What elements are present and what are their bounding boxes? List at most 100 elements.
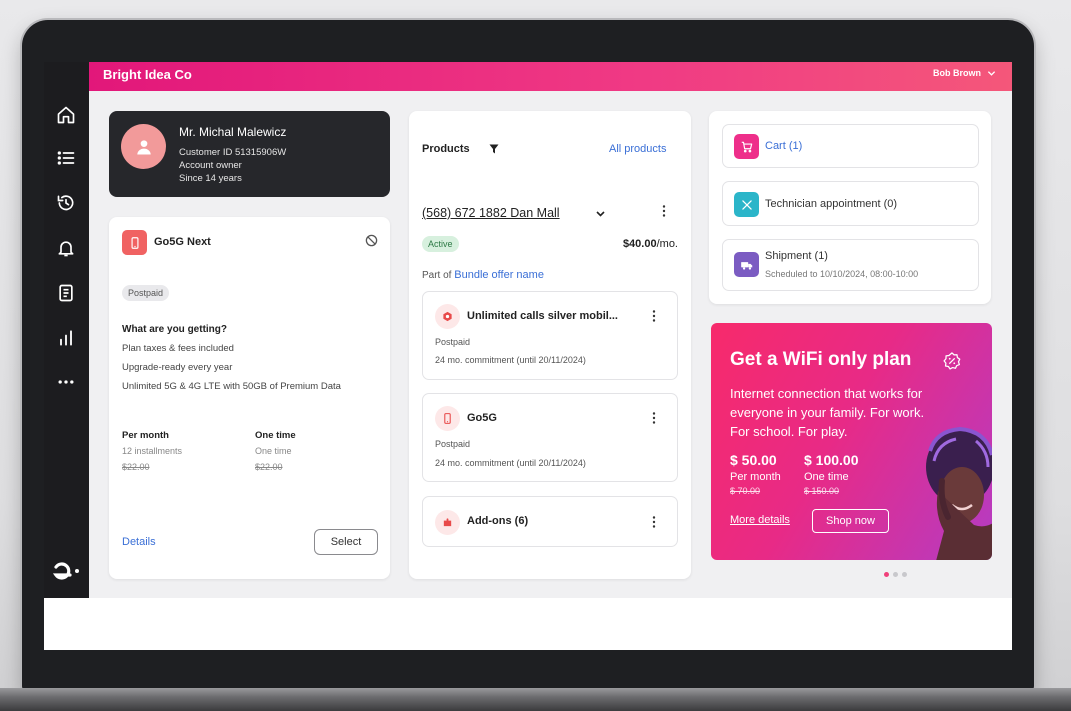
plan-title: Go5G Next <box>154 236 211 248</box>
promo-text-line: For school. For play. <box>730 424 848 439</box>
technician-item[interactable]: Technician appointment (0) <box>722 181 979 226</box>
item-menu-icon[interactable] <box>648 309 660 323</box>
promo-old-onetime: $ 150.00 <box>804 486 840 496</box>
puzzle-icon <box>435 510 460 535</box>
line-price: $40.00/mo. <box>623 238 678 250</box>
plan-details-link[interactable]: Details <box>122 536 156 548</box>
brand-logo <box>52 562 79 580</box>
plan-feature: Unlimited 5G & 4G LTE with 50GB of Premi… <box>122 381 341 392</box>
customer-name: Mr. Michal Malewicz <box>179 125 287 139</box>
cart-icon <box>734 134 759 159</box>
carousel-dot[interactable] <box>902 572 907 577</box>
brand-name: Bright Idea Co <box>103 67 192 82</box>
plan-feature: Plan taxes & fees included <box>122 343 234 354</box>
more-icon[interactable] <box>54 370 78 394</box>
customer-role: Account owner <box>179 160 242 171</box>
product-item[interactable]: Go5G Postpaid 24 mo. commitment (until 2… <box>422 393 678 482</box>
item-menu-icon[interactable] <box>648 411 660 425</box>
filter-icon[interactable] <box>489 144 499 154</box>
tools-icon <box>734 192 759 217</box>
app-screen: Bright Idea Co Bob Brown Mr. Michal Male… <box>44 62 1012 650</box>
per-month-price: $22.00 <box>122 462 150 472</box>
screen-footer-area <box>44 598 1012 650</box>
bar-chart-icon[interactable] <box>54 326 78 350</box>
laptop-base <box>0 688 1071 711</box>
shipment-label: Shipment (1) <box>765 250 828 262</box>
chevron-down-icon <box>987 70 996 76</box>
promo-price-onetime: $ 100.00 <box>804 452 859 468</box>
carousel-dot[interactable] <box>884 572 889 577</box>
one-time-sub: One time <box>255 446 292 456</box>
product-type: Postpaid <box>435 337 471 347</box>
badge-percent-icon <box>943 352 961 370</box>
top-header: Bright Idea Co Bob Brown <box>89 62 1012 91</box>
product-commitment: 24 mo. commitment (until 20/11/2024) <box>435 458 586 468</box>
item-menu-icon[interactable] <box>648 515 660 529</box>
user-name: Bob Brown <box>933 68 981 78</box>
addons-item[interactable]: Add-ons (6) <box>422 496 678 547</box>
product-title: Go5G <box>467 412 497 424</box>
chevron-down-icon[interactable] <box>595 209 606 219</box>
promo-old-monthly: $ 70.00 <box>730 486 761 496</box>
technician-label: Technician appointment (0) <box>765 198 898 210</box>
brand-mark-icon <box>435 304 460 329</box>
phone-icon <box>435 406 460 431</box>
truck-icon <box>734 252 759 277</box>
customer-since: Since 14 years <box>179 173 242 184</box>
user-menu[interactable]: Bob Brown <box>933 68 996 78</box>
plan-type-badge: Postpaid <box>122 285 170 301</box>
bell-icon[interactable] <box>54 236 78 260</box>
part-of-label: Part of <box>422 270 452 281</box>
promo-banner: Get a WiFi only plan Internet connection… <box>711 323 992 560</box>
all-products-link[interactable]: All products <box>609 143 666 155</box>
avatar <box>121 124 166 169</box>
main-content: Mr. Michal Malewicz Customer ID 51315906… <box>89 91 1012 598</box>
products-card: Products All products (568) 672 1882 Dan… <box>409 111 691 579</box>
carousel-dots <box>884 572 907 577</box>
shipment-schedule: Scheduled to 10/10/2024, 08:00-10:00 <box>765 269 919 279</box>
person-photo <box>926 426 992 560</box>
one-time-label: One time <box>255 430 296 441</box>
product-type: Postpaid <box>435 439 471 449</box>
phone-line-link[interactable]: (568) 672 1882 Dan Mall <box>422 206 560 220</box>
promo-label-onetime: One time <box>804 471 849 483</box>
customer-profile-card: Mr. Michal Malewicz Customer ID 51315906… <box>109 111 390 197</box>
select-button[interactable]: Select <box>314 529 378 555</box>
cart-item[interactable]: Cart (1) <box>722 124 979 168</box>
phone-icon <box>122 230 147 255</box>
customer-id: Customer ID 51315906W <box>179 147 287 158</box>
carousel-dot[interactable] <box>893 572 898 577</box>
shipment-item[interactable]: Shipment (1) Scheduled to 10/10/2024, 08… <box>722 239 979 291</box>
home-icon[interactable] <box>54 103 78 127</box>
document-icon[interactable] <box>54 281 78 305</box>
addons-title: Add-ons (6) <box>467 515 529 527</box>
plan-getting-title: What are you getting? <box>122 324 227 335</box>
history-icon[interactable] <box>54 191 78 215</box>
plan-card: Go5G Next Postpaid What are you getting?… <box>109 217 390 579</box>
user-icon <box>136 139 151 154</box>
per-month-sub: 12 installments <box>122 446 183 456</box>
one-time-price: $22.00 <box>255 462 283 472</box>
more-details-link[interactable]: More details <box>730 514 790 526</box>
bundle-link[interactable]: Bundle offer name <box>454 269 544 281</box>
cart-label: Cart (1) <box>765 140 803 152</box>
promo-label-monthly: Per month <box>730 471 781 483</box>
product-commitment: 24 mo. commitment (until 20/11/2024) <box>435 355 586 365</box>
shop-now-button[interactable]: Shop now <box>812 509 889 533</box>
sidebar <box>44 62 89 598</box>
line-menu-icon[interactable] <box>658 204 670 218</box>
plan-feature: Upgrade-ready every year <box>122 362 233 373</box>
summary-card: Cart (1) Technician appointment (0) Ship… <box>709 111 991 304</box>
price-unit: /mo. <box>656 238 678 250</box>
promo-text-line: everyone in your family. For work. <box>730 405 925 420</box>
status-badge: Active <box>422 236 459 252</box>
promo-title: Get a WiFi only plan <box>730 349 912 370</box>
promo-text-line: Internet connection that works for <box>730 386 923 401</box>
promo-price-monthly: $ 50.00 <box>730 452 777 468</box>
price-value: $40.00 <box>622 238 657 250</box>
bundle-row: Part of Bundle offer name <box>422 269 544 281</box>
per-month-label: Per month <box>122 430 169 441</box>
list-icon[interactable] <box>54 146 78 170</box>
product-item[interactable]: Unlimited calls silver mobil... Postpaid… <box>422 291 678 380</box>
disabled-icon[interactable] <box>365 234 378 247</box>
